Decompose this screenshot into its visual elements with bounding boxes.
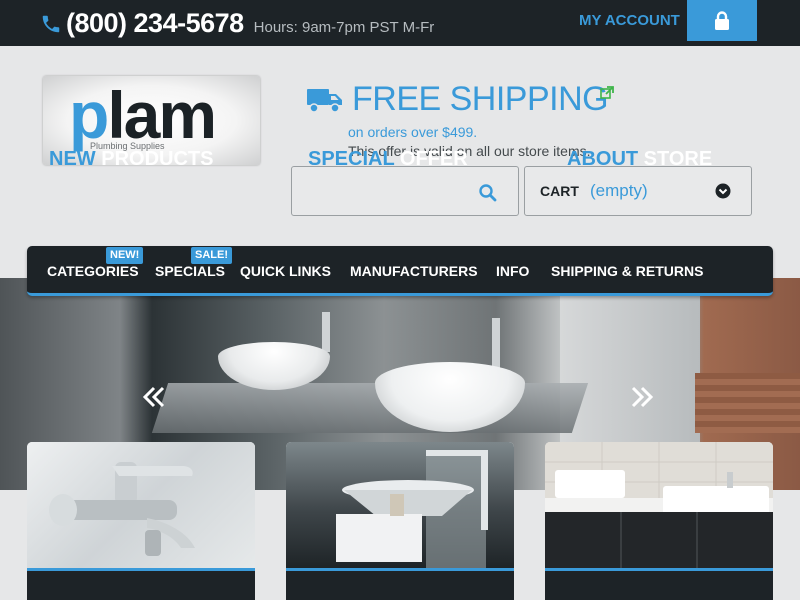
phone-icon (42, 15, 60, 32)
new-products-title[interactable]: NEW PRODUCTS (49, 148, 213, 171)
login-button[interactable] (687, 0, 757, 41)
external-link-icon[interactable] (600, 86, 614, 100)
cart-label: CART (540, 183, 579, 199)
sale-badge: SALE! (191, 247, 232, 264)
title-rest: PRODUCTS (95, 148, 214, 170)
phone-contact: (800) 234-5678 Hours: 9am-7pm PST M-Fr (40, 8, 434, 39)
shipping-threshold: on orders over $499. (348, 124, 478, 140)
free-shipping-title: FREE SHIPPING (352, 80, 609, 118)
lock-icon (715, 10, 729, 30)
card-footer (545, 568, 773, 600)
chevron-down-icon[interactable] (715, 183, 731, 199)
search-icon[interactable] (478, 183, 498, 203)
title-highlight: NEW (49, 148, 96, 170)
cart-status: (empty) (590, 181, 648, 200)
search-input[interactable] (300, 179, 470, 205)
vanity-image (545, 442, 773, 568)
new-badge: NEW! (106, 247, 144, 264)
logo-wordmark: plam (69, 82, 217, 148)
card-image (286, 442, 514, 568)
card-image (27, 442, 255, 568)
free-shipping-promo: FREE SHIPPING (307, 80, 609, 119)
title-highlight: ABOUT (567, 148, 639, 170)
title-rest: OFFER (394, 148, 468, 170)
title-rest: STORE (638, 148, 713, 170)
nav-item-categories[interactable]: CATEGORIES (47, 263, 139, 279)
about-store-card[interactable] (545, 442, 773, 600)
slide-wood-panel (695, 373, 800, 433)
nav-item-specials[interactable]: SPECIALS (155, 263, 225, 279)
special-offer-title[interactable]: SPECIAL OFFER (308, 148, 468, 171)
store-hours: Hours: 9am-7pm PST M-Fr (253, 19, 435, 36)
basin-image (336, 450, 488, 568)
card-footer (27, 568, 255, 600)
truck-icon (307, 88, 342, 113)
top-bar: (800) 234-5678 Hours: 9am-7pm PST M-Fr M… (0, 0, 800, 46)
nav-item-quick-links[interactable]: QUICK LINKS (240, 263, 331, 279)
nav-item-info[interactable]: INFO (496, 263, 529, 279)
card-footer (286, 568, 514, 600)
my-account-link[interactable]: MY ACCOUNT (579, 12, 680, 29)
phone-number[interactable]: (800) 234-5678 (66, 8, 244, 39)
slider-prev-arrow-icon[interactable] (140, 383, 168, 411)
slide-faucet (322, 312, 330, 352)
title-highlight: SPECIAL (308, 148, 395, 170)
slider-next-arrow-icon[interactable] (628, 383, 656, 411)
nav-item-shipping-returns[interactable]: SHIPPING & RETURNS (551, 263, 703, 279)
special-offer-card[interactable] (286, 442, 514, 600)
card-image (545, 442, 773, 568)
about-store-title[interactable]: ABOUT STORE (567, 148, 712, 171)
new-products-card[interactable] (27, 442, 255, 600)
faucet-image (49, 462, 195, 556)
nav-item-manufacturers[interactable]: MANUFACTURERS (350, 263, 478, 279)
